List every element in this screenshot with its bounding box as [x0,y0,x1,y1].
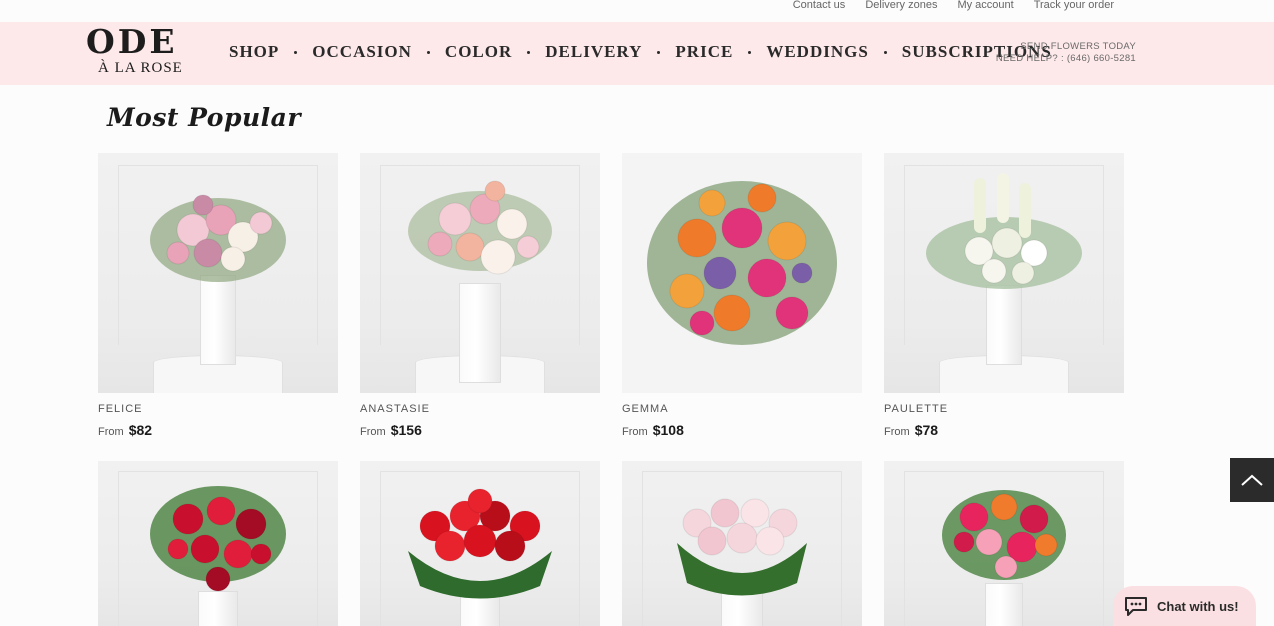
product-image[interactable] [360,461,600,626]
logo-sub-text: À LA ROSE [98,60,183,76]
site-logo[interactable]: ODE À LA ROSE [86,22,186,85]
price-from-label: From [884,426,910,438]
nav-separator [883,50,887,54]
product-image[interactable] [622,153,862,393]
main-nav: SHOP OCCASION COLOR DELIVERY PRICE WEDDI… [229,42,1052,62]
product-name[interactable]: PAULETTE [884,403,1124,417]
scroll-to-top-button[interactable] [1230,458,1274,502]
delivery-zones-link[interactable]: Delivery zones [865,0,937,12]
bouquet [150,194,286,282]
vase [985,583,1023,626]
nav-shop[interactable]: SHOP [229,42,279,62]
product-price: From $108 [622,422,862,438]
bouquet [408,488,552,599]
price-value: $78 [914,422,939,438]
product-image[interactable] [884,461,1124,626]
nav-separator [426,50,430,54]
help-info: SEND FLOWERS TODAY NEED HELP? : (646) 66… [996,41,1136,65]
product-price: From $156 [360,422,600,438]
product-image[interactable] [98,461,338,626]
product-image[interactable] [360,153,600,393]
product-card[interactable] [360,461,600,626]
product-image[interactable] [884,153,1124,393]
product-card[interactable]: ANASTASIE From $156 [360,153,600,438]
price-value: $108 [652,422,684,438]
price-from-label: From [360,426,386,438]
product-name[interactable]: GEMMA [622,403,862,417]
product-name[interactable]: ANASTASIE [360,403,600,417]
nav-color[interactable]: COLOR [445,42,512,62]
chat-widget-button[interactable]: Chat with us! [1113,586,1256,626]
product-image[interactable] [622,461,862,626]
bouquet [647,181,837,345]
nav-weddings[interactable]: WEDDINGS [766,42,868,62]
help-line-1: SEND FLOWERS TODAY [1020,41,1136,52]
bouquet [942,490,1066,580]
bouquet [408,180,552,275]
product-card[interactable] [884,461,1124,626]
chevron-up-icon [1241,474,1263,486]
nav-separator [527,50,531,54]
help-phone[interactable]: NEED HELP? : (646) 660-5281 [996,53,1136,65]
bouquet [150,486,286,592]
product-price: From $82 [98,422,338,438]
product-image[interactable] [98,153,338,393]
utility-links: Contact us Delivery zones My account Tra… [793,0,1114,12]
price-value: $82 [128,422,153,438]
vase [459,283,501,383]
product-card[interactable] [98,461,338,626]
nav-separator [294,50,298,54]
product-name[interactable]: FELICE [98,403,338,417]
nav-separator [748,50,752,54]
nav-price[interactable]: PRICE [675,42,733,62]
bouquet [677,498,807,596]
my-account-link[interactable]: My account [957,0,1013,12]
logo-main-text: ODE [86,22,178,61]
chat-bubble-icon [1125,597,1147,616]
track-order-link[interactable]: Track your order [1034,0,1114,12]
product-card[interactable]: FELICE From $82 [98,153,338,438]
product-card[interactable]: PAULETTE From $78 [884,153,1124,438]
price-value: $156 [390,422,422,438]
nav-delivery[interactable]: DELIVERY [545,42,642,62]
product-card[interactable] [622,461,862,626]
nav-separator [657,50,661,54]
contact-us-link[interactable]: Contact us [793,0,846,12]
price-from-label: From [98,426,124,438]
price-from-label: From [622,426,648,438]
nav-occasion[interactable]: OCCASION [312,42,412,62]
chat-label: Chat with us! [1157,598,1239,614]
bouquet [926,173,1082,289]
product-card[interactable]: GEMMA From $108 [622,153,862,438]
section-title: Most Popular [107,103,302,132]
product-price: From $78 [884,422,1124,438]
site-header: ODE À LA ROSE SHOP OCCASION COLOR DELIVE… [0,22,1274,85]
